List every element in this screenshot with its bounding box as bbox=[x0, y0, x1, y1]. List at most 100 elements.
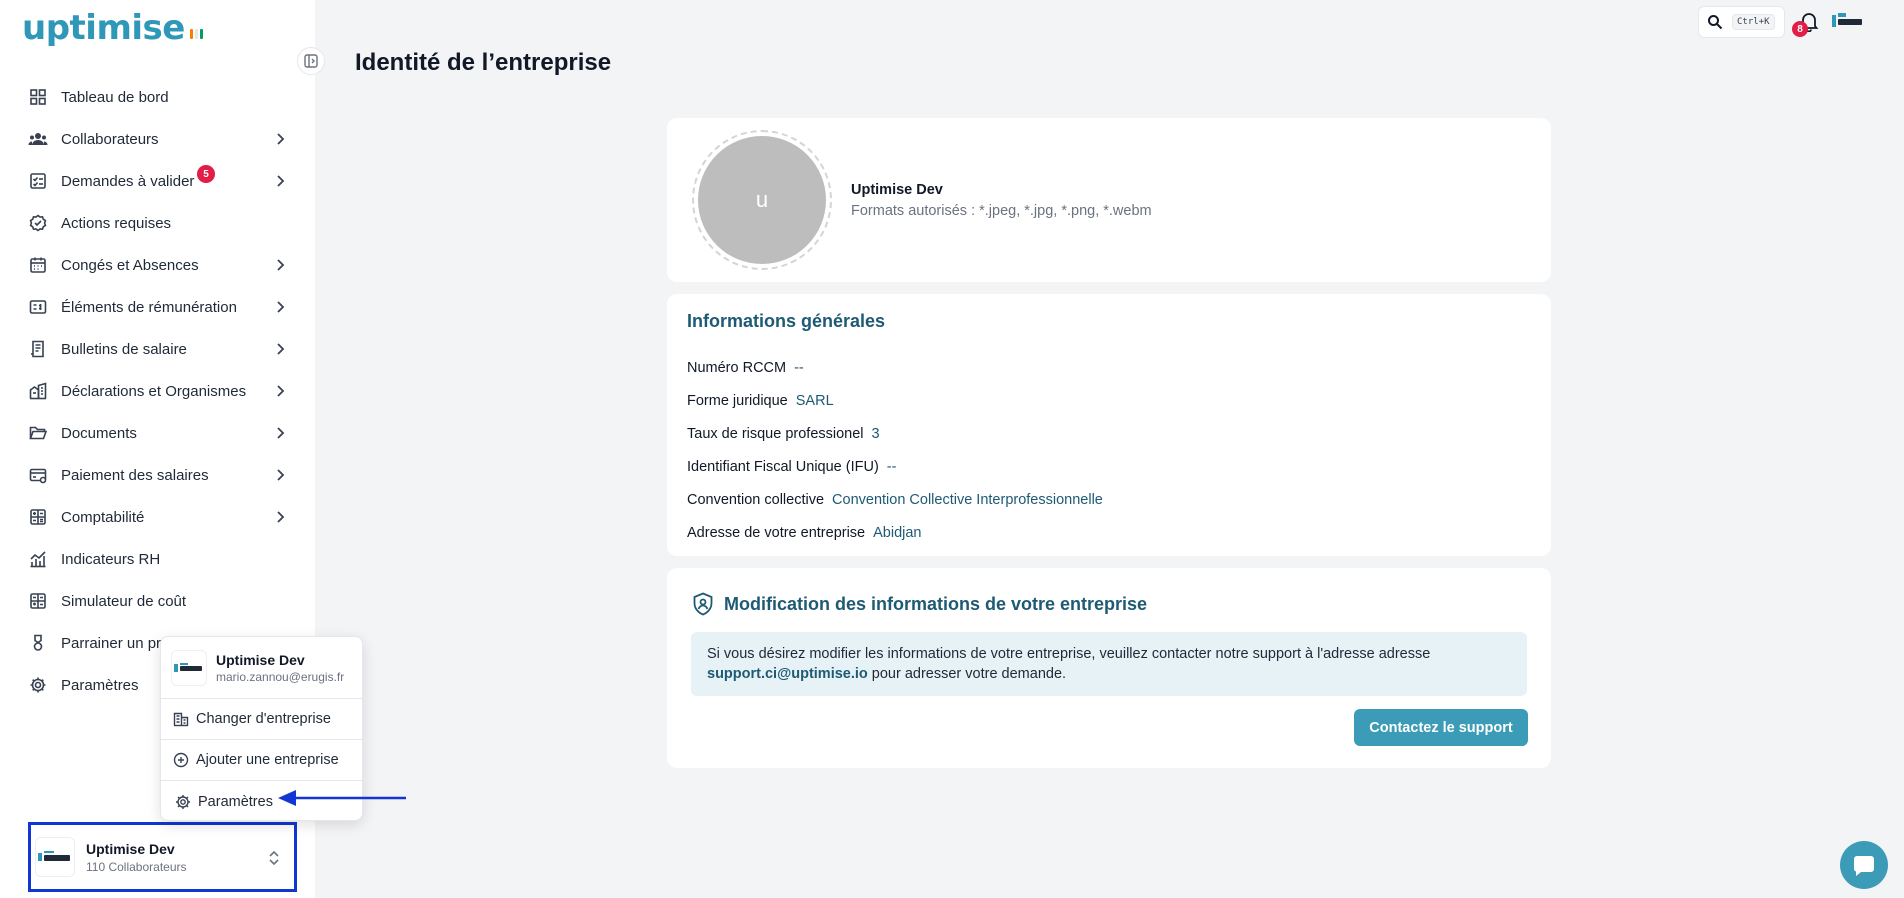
section-title: Informations générales bbox=[687, 311, 886, 331]
sidebar-item-bulletins-de-salaire[interactable]: Bulletins de salaire bbox=[18, 328, 288, 370]
info-row-ifu: Identifiant Fiscal Unique (IFU) -- bbox=[687, 459, 1103, 492]
sidebar-item-paiement-des-salaires[interactable]: Paiement des salaires bbox=[18, 454, 288, 496]
company-switcher[interactable]: Uptimise Dev 110 Collaborateurs bbox=[28, 822, 297, 892]
sidebar-item-documents[interactable]: Documents bbox=[18, 412, 288, 454]
medal-icon bbox=[28, 633, 48, 653]
shield-user-icon bbox=[693, 592, 713, 616]
sidebar-item-elements-de-remuneration[interactable]: Éléments de rémunération bbox=[18, 286, 288, 328]
collapse-sidebar-button[interactable] bbox=[297, 47, 325, 75]
popup-item-label: Changer d'entreprise bbox=[196, 711, 331, 727]
badge-check-icon bbox=[28, 213, 48, 233]
support-notice: Si vous désirez modifier les information… bbox=[691, 632, 1527, 696]
info-row-rccm: Numéro RCCM -- bbox=[687, 360, 1103, 393]
info-label: Taux de risque professionel bbox=[687, 426, 864, 442]
sidebar-item-demandes-a-valider[interactable]: Demandes à valider bbox=[18, 160, 288, 202]
logo-text: uptimise bbox=[22, 8, 185, 48]
chevron-right-icon bbox=[277, 301, 285, 313]
info-label: Adresse de votre entreprise bbox=[687, 525, 866, 541]
building-icon bbox=[28, 381, 48, 401]
plus-circle-icon bbox=[173, 752, 189, 768]
info-value: Convention Collective Interprofessionnel… bbox=[832, 492, 1103, 508]
popup-item-label: Paramètres bbox=[198, 793, 273, 810]
sidebar-item-label: Déclarations et Organismes bbox=[61, 382, 247, 400]
calculator-icon bbox=[28, 507, 48, 527]
info-value: 3 bbox=[871, 426, 880, 442]
checklist-icon bbox=[28, 171, 48, 191]
sidebar-item-declarations-et-organismes[interactable]: Déclarations et Organismes bbox=[18, 370, 288, 412]
sidebar-item-label: Actions requises bbox=[61, 214, 172, 232]
info-value: -- bbox=[794, 360, 804, 376]
chevron-right-icon bbox=[277, 259, 285, 271]
sidebar-item-label: Paramètres bbox=[61, 676, 139, 694]
sidebar-toggle-icon bbox=[304, 54, 318, 68]
gear-icon bbox=[28, 675, 48, 695]
notifications-badge: 8 bbox=[1792, 21, 1808, 37]
flag-icon bbox=[189, 29, 203, 39]
chevron-right-icon bbox=[277, 343, 285, 355]
info-list: Numéro RCCM -- Forme juridique SARL Taux d… bbox=[687, 360, 1103, 558]
card-icon bbox=[28, 465, 48, 485]
sidebar-item-comptabilite[interactable]: Comptabilité bbox=[18, 496, 288, 538]
user-avatar[interactable] bbox=[1830, 6, 1864, 36]
info-row-taux-risque: Taux de risque professionel 3 bbox=[687, 426, 1103, 459]
edit-info-card: Modification des informations de votre e… bbox=[667, 568, 1551, 768]
company-logo bbox=[35, 837, 75, 877]
gear-icon bbox=[176, 794, 190, 809]
popup-email: mario.zannou@erugis.fr bbox=[216, 669, 345, 684]
company-profile-card: u Uptimise Dev Formats autorisés : *.jpe… bbox=[667, 118, 1551, 282]
support-email-link[interactable]: support.ci@uptimise.io bbox=[707, 666, 868, 682]
info-value: SARL bbox=[795, 393, 834, 409]
chevron-right-icon bbox=[277, 385, 285, 397]
chevron-up-down-icon bbox=[269, 850, 279, 866]
company-avatar-upload[interactable]: u bbox=[692, 130, 832, 270]
sidebar-item-label: Demandes à valider bbox=[61, 172, 195, 190]
chevron-right-icon bbox=[277, 427, 285, 439]
calendar-icon bbox=[28, 255, 48, 275]
profile-company-name: Uptimise Dev bbox=[851, 182, 943, 198]
info-value: -- bbox=[886, 459, 897, 475]
chat-icon bbox=[1854, 856, 1874, 876]
popup-item-label: Ajouter une entreprise bbox=[196, 752, 339, 768]
folder-icon bbox=[28, 423, 48, 443]
annotation-arrow bbox=[278, 790, 406, 806]
sidebar-item-actions-requises[interactable]: Actions requises bbox=[18, 202, 288, 244]
add-company-item[interactable]: Ajouter une entreprise bbox=[161, 740, 362, 781]
search-icon bbox=[1708, 15, 1723, 30]
company-subtitle: 110 Collaborateurs bbox=[86, 859, 187, 874]
info-row-forme-juridique: Forme juridique SARL bbox=[687, 393, 1103, 426]
popup-header: Uptimise Dev mario.zannou@erugis.fr bbox=[161, 637, 362, 699]
sidebar-item-label: Paiement des salaires bbox=[61, 466, 209, 484]
contact-support-button[interactable]: Contactez le support bbox=[1354, 709, 1528, 746]
company-name: Uptimise Dev bbox=[86, 840, 175, 857]
info-label: Convention collective bbox=[687, 492, 825, 508]
sidebar-item-label: Comptabilité bbox=[61, 508, 145, 526]
change-company-item[interactable]: Changer d'entreprise bbox=[161, 699, 362, 740]
info-label: Numéro RCCM bbox=[687, 360, 787, 376]
dashboard-icon bbox=[28, 87, 48, 107]
salary-icon bbox=[28, 297, 48, 317]
edit-title-text: Modification des informations de votre e… bbox=[724, 593, 1148, 614]
search-button[interactable]: Ctrl+K bbox=[1698, 6, 1785, 38]
sidebar-item-label: Congés et Absences bbox=[61, 256, 199, 274]
sidebar-item-label: Documents bbox=[61, 424, 137, 442]
chat-button[interactable] bbox=[1840, 841, 1888, 889]
company-avatar: u bbox=[698, 136, 826, 264]
sidebar-item-conges-et-absences[interactable]: Congés et Absences bbox=[18, 244, 288, 286]
sidebar-item-collaborateurs[interactable]: Collaborateurs bbox=[18, 118, 288, 160]
sidebar-item-label: Indicateurs RH bbox=[61, 550, 161, 568]
sidebar-item-tableau-de-bord[interactable]: Tableau de bord bbox=[18, 76, 288, 118]
sidebar-item-indicateurs-rh[interactable]: Indicateurs RH bbox=[18, 538, 288, 580]
info-label: Identifiant Fiscal Unique (IFU) bbox=[687, 459, 879, 475]
info-value: Abidjan bbox=[873, 525, 922, 541]
badge-count: 5 bbox=[197, 165, 215, 183]
sidebar-item-simulateur-de-cout[interactable]: Simulateur de coût bbox=[18, 580, 288, 622]
general-info-card: Informations générales Numéro RCCM -- For… bbox=[667, 294, 1551, 556]
sidebar-item-label: Bulletins de salaire bbox=[61, 340, 187, 358]
info-row-convention: Convention collective Convention Collecti… bbox=[687, 492, 1103, 525]
info-row-adresse: Adresse de votre entreprise Abidjan bbox=[687, 525, 1103, 558]
edit-section-title: Modification des informations de votre e… bbox=[692, 592, 1147, 616]
allowed-formats-text: Formats autorisés : *.jpeg, *.jpg, *.png… bbox=[851, 203, 1152, 219]
shortcut-hint: Ctrl+K bbox=[1732, 14, 1775, 30]
simulator-icon bbox=[28, 591, 48, 611]
uptimise-logo[interactable]: uptimise bbox=[22, 8, 203, 48]
